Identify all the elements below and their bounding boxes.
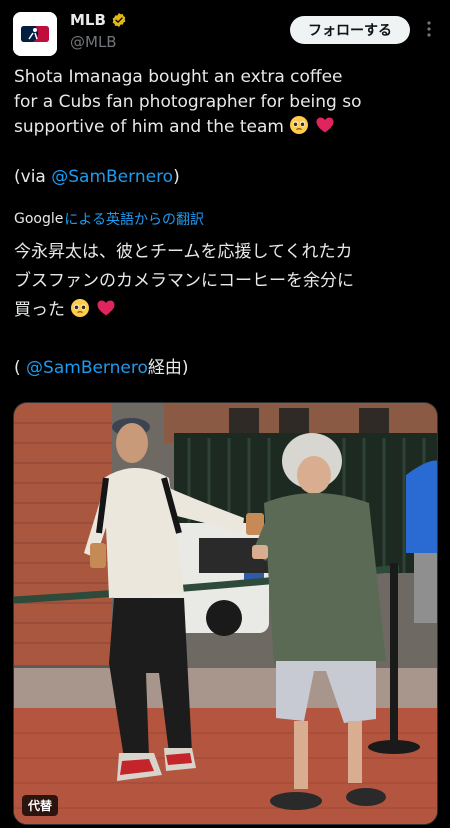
tweet-line-1: Shota Imanaga bought an extra coffee (14, 67, 343, 87)
translation-attribution[interactable]: Google による英語からの翻訳 (14, 209, 204, 229)
photo-illustration (14, 403, 437, 824)
google-logo: Google (14, 211, 64, 227)
tweet-line-2: for a Cubs fan photographer for being so (14, 92, 362, 112)
translation-label[interactable]: による英語からの翻訳 (64, 209, 204, 229)
account-handle[interactable]: @MLB (70, 33, 117, 51)
name-row: MLB (70, 11, 127, 29)
red-heart-emoji (316, 117, 334, 133)
more-options-icon[interactable] (422, 19, 436, 39)
verified-badge-icon[interactable] (111, 12, 127, 28)
alt-text-badge[interactable]: 代替 (22, 795, 59, 816)
jp-via-mention-link[interactable]: @SamBernero (26, 358, 148, 378)
follow-button[interactable]: フォローする (290, 16, 410, 44)
mlb-avatar[interactable] (13, 12, 57, 56)
jp-via-suffix: 経由) (147, 358, 189, 378)
jp-via-prefix: ( (14, 358, 27, 378)
tweet-header: MLB @MLB フォローする (0, 0, 450, 60)
translated-text: 今永昇太は、彼とチームを応援してくれたカ ブスファンのカメラマンにコーヒーを余分… (14, 238, 438, 383)
tweet-photo[interactable]: 代替 (13, 402, 438, 825)
pleading-face-emoji (71, 299, 90, 317)
tweet-text: Shota Imanaga bought an extra coffee for… (14, 65, 434, 190)
via-mention-link[interactable]: @SamBernero (51, 167, 173, 187)
tweet-line-3: supportive of him and the team (14, 115, 434, 140)
tweet-line-3-text: supportive of him and the team (14, 117, 284, 137)
via-prefix: (via (14, 167, 52, 187)
jp-line-2: ブスファンのカメラマンにコーヒーを余分に (14, 271, 354, 291)
via-suffix: ) (173, 167, 180, 187)
jp-via: ( @SamBernero経由) (14, 354, 438, 383)
tweet-via: (via @SamBernero) (14, 165, 434, 190)
tweet-spacer (14, 140, 434, 165)
mlb-logo-icon (13, 12, 57, 56)
jp-line-3: 買った (14, 296, 438, 325)
account-name[interactable]: MLB (70, 11, 106, 29)
pleading-face-emoji (290, 116, 309, 134)
jp-line-3-text: 買った (14, 300, 65, 320)
jp-line-1: 今永昇太は、彼とチームを応援してくれたカ (14, 242, 353, 262)
red-heart-emoji (97, 300, 115, 316)
jp-spacer (14, 325, 438, 354)
